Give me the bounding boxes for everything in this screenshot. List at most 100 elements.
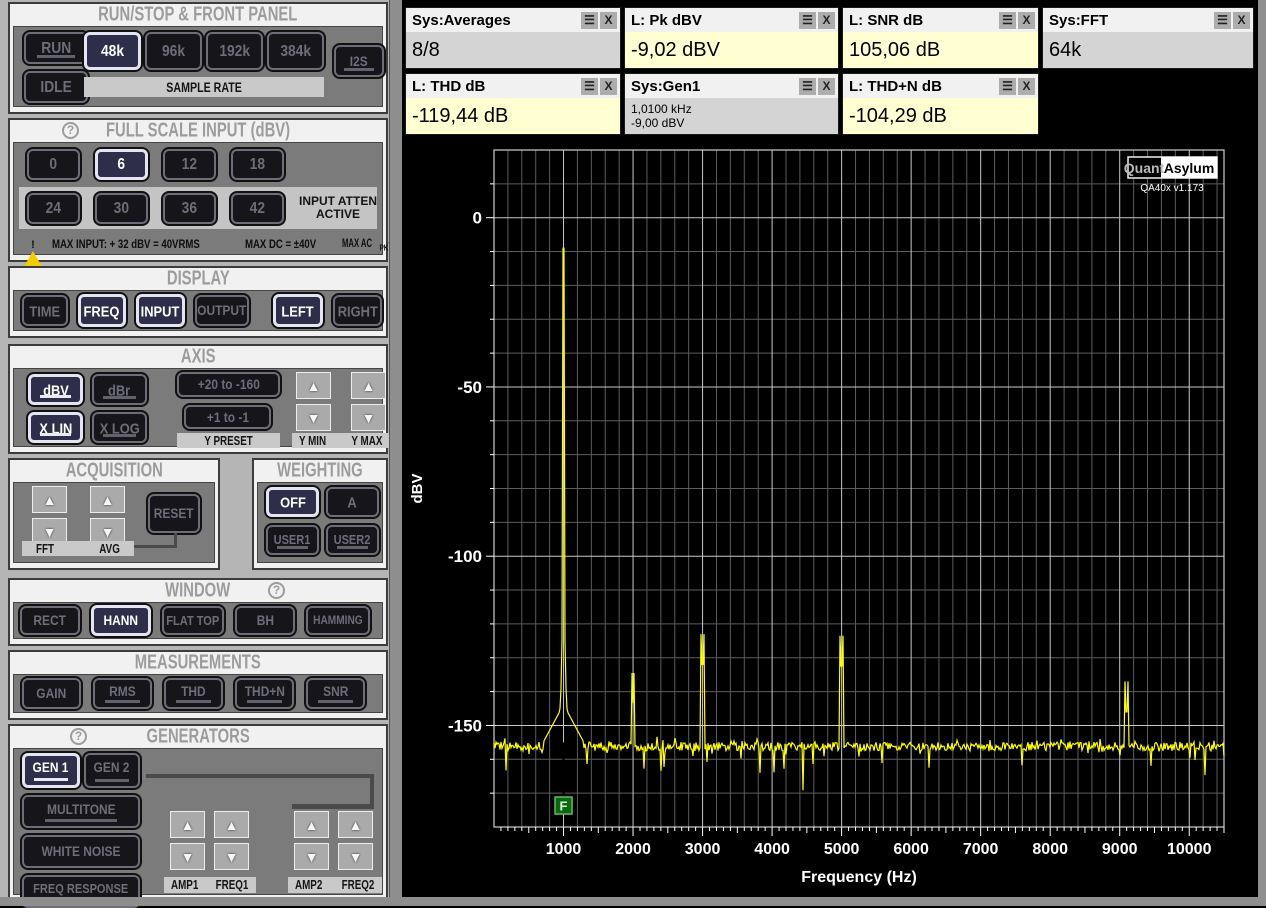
window-hamming-button[interactable]: HAMMING <box>306 606 370 635</box>
tile-pk-dbv[interactable]: L: Pk dBV ☰X -9,02 dBV <box>624 7 839 69</box>
close-icon[interactable]: X <box>600 12 617 29</box>
tile-snr[interactable]: L: SNR dB ☰X 105,06 dB <box>842 7 1039 69</box>
window-hann-button[interactable]: HANN <box>91 605 151 636</box>
meas-thd-button[interactable]: THD <box>164 678 223 709</box>
tile-value: 1,0100 kHz-9,00 dBV <box>625 98 838 134</box>
close-icon[interactable]: X <box>1233 12 1250 29</box>
svg-text:3000: 3000 <box>685 841 721 858</box>
sample-rate-48k-button[interactable]: 48k <box>84 32 141 70</box>
idle-button[interactable]: IDLE <box>24 71 88 103</box>
tile-title: L: Pk dBV <box>631 12 797 29</box>
run-button[interactable]: RUN <box>24 32 88 64</box>
freq2-up-button[interactable]: ▲ <box>338 811 373 838</box>
menu-icon[interactable]: ☰ <box>1214 12 1231 29</box>
display-freq-button[interactable]: FREQ <box>78 294 126 327</box>
menu-icon[interactable]: ☰ <box>999 12 1016 29</box>
fsi-6-button[interactable]: 6 <box>95 149 148 180</box>
display-time-button[interactable]: TIME <box>22 295 68 326</box>
tile-sys-gen1[interactable]: Sys:Gen1 ☰X 1,0100 kHz-9,00 dBV <box>624 73 839 135</box>
amp2-up-button[interactable]: ▲ <box>294 811 329 838</box>
avg-up-button[interactable]: ▲ <box>90 486 125 513</box>
menu-icon[interactable]: ☰ <box>799 12 816 29</box>
close-icon[interactable]: X <box>1018 78 1035 95</box>
display-input-button[interactable]: INPUT <box>136 294 186 327</box>
fsi-30-button[interactable]: 30 <box>95 193 148 224</box>
fsi-12-button[interactable]: 12 <box>163 149 216 180</box>
y-min-down-button[interactable]: ▼ <box>296 404 331 431</box>
menu-icon[interactable]: ☰ <box>999 78 1016 95</box>
amp1-up-button[interactable]: ▲ <box>170 811 205 838</box>
display-output-button[interactable]: OUTPUT <box>195 295 249 326</box>
fsi-36-button[interactable]: 36 <box>163 193 216 224</box>
meas-rms-button[interactable]: RMS <box>93 678 152 709</box>
svg-text:QA40x v1.173: QA40x v1.173 <box>1140 183 1204 194</box>
close-icon[interactable]: X <box>818 12 835 29</box>
window-rect-button[interactable]: RECT <box>20 606 80 635</box>
gen2-button[interactable]: GEN 2 <box>84 753 140 788</box>
help-icon[interactable]: ? <box>268 582 285 599</box>
svg-text:5000: 5000 <box>824 841 860 858</box>
svg-text:-100: -100 <box>448 547 482 566</box>
axis-xlin-button[interactable]: X LIN <box>28 412 83 443</box>
fsi-24-button[interactable]: 24 <box>27 193 80 224</box>
svg-text:0: 0 <box>473 209 482 228</box>
freq1-down-button[interactable]: ▼ <box>214 843 249 870</box>
display-right-button[interactable]: RIGHT <box>333 295 382 326</box>
i2s-button[interactable]: I2S <box>334 45 384 77</box>
tile-sys-averages[interactable]: Sys:Averages ☰X 8/8 <box>405 7 621 69</box>
amp1-down-button[interactable]: ▼ <box>170 843 205 870</box>
sidebar-scrollbar[interactable] <box>389 0 402 897</box>
gen1-button[interactable]: GEN 1 <box>22 753 80 788</box>
panel-weighting: WEIGHTING OFF A USER1 USER2 <box>252 458 388 570</box>
white-noise-button[interactable]: WHITE NOISE <box>22 835 140 868</box>
sample-rate-192k-button[interactable]: 192k <box>206 32 263 70</box>
menu-icon[interactable]: ☰ <box>799 78 816 95</box>
tile-title: L: THD dB <box>412 78 579 95</box>
freq2-down-button[interactable]: ▼ <box>338 843 373 870</box>
gen-connector <box>146 774 374 778</box>
close-icon[interactable]: X <box>1018 12 1035 29</box>
fsi-18-button[interactable]: 18 <box>231 149 284 180</box>
amp2-down-button[interactable]: ▼ <box>294 843 329 870</box>
window-frame-bottom <box>0 897 1266 906</box>
tile-sys-fft[interactable]: Sys:FFT ☰X 64k <box>1042 7 1254 69</box>
help-icon[interactable]: ? <box>70 728 87 745</box>
axis-dbv-button[interactable]: dBV <box>28 374 83 405</box>
axis-xlog-button[interactable]: X LOG <box>92 412 147 443</box>
menu-icon[interactable]: ☰ <box>581 12 598 29</box>
close-icon[interactable]: X <box>600 78 617 95</box>
tile-thdn[interactable]: L: THD+N dB ☰X -104,29 dB <box>842 73 1039 135</box>
y-min-up-button[interactable]: ▲ <box>296 372 331 399</box>
y-preset-20-160-button[interactable]: +20 to -160 <box>177 372 280 397</box>
avg-reset-connector <box>132 545 177 548</box>
close-icon[interactable]: X <box>818 78 835 95</box>
panel-window-title: WINDOW ? <box>10 580 386 602</box>
meas-snr-button[interactable]: SNR <box>306 678 365 709</box>
sample-rate-96k-button[interactable]: 96k <box>145 32 202 70</box>
tile-thd[interactable]: L: THD dB ☰X -119,44 dB <box>405 73 621 135</box>
avg-reset-button[interactable]: RESET <box>148 494 200 533</box>
y-max-up-button[interactable]: ▲ <box>351 372 386 399</box>
display-left-button[interactable]: LEFT <box>273 294 323 327</box>
weighting-user2-button[interactable]: USER2 <box>326 525 379 555</box>
freq1-up-button[interactable]: ▲ <box>214 811 249 838</box>
axis-dbr-button[interactable]: dBr <box>92 374 147 405</box>
fsi-42-button[interactable]: 42 <box>231 193 284 224</box>
svg-text:7000: 7000 <box>963 841 999 858</box>
meas-gain-button[interactable]: GAIN <box>22 678 81 709</box>
weighting-a-button[interactable]: A <box>326 487 379 517</box>
menu-icon[interactable]: ☰ <box>581 78 598 95</box>
fsi-0-button[interactable]: 0 <box>27 149 80 180</box>
y-max-down-button[interactable]: ▼ <box>351 404 386 431</box>
weighting-off-button[interactable]: OFF <box>266 487 319 517</box>
sample-rate-384k-button[interactable]: 384k <box>267 32 324 70</box>
window-flattop-button[interactable]: FLAT TOP <box>162 606 224 635</box>
fft-up-button[interactable]: ▲ <box>32 486 67 513</box>
weighting-user1-button[interactable]: USER1 <box>266 525 319 555</box>
y-preset-1-1-button[interactable]: +1 to -1 <box>184 405 271 429</box>
svg-text:6000: 6000 <box>893 841 929 858</box>
help-icon[interactable]: ? <box>62 122 79 139</box>
multitone-button[interactable]: MULTITONE <box>22 795 140 828</box>
meas-thdn-button[interactable]: THD+N <box>235 678 294 709</box>
window-bh-button[interactable]: BH <box>235 606 295 635</box>
